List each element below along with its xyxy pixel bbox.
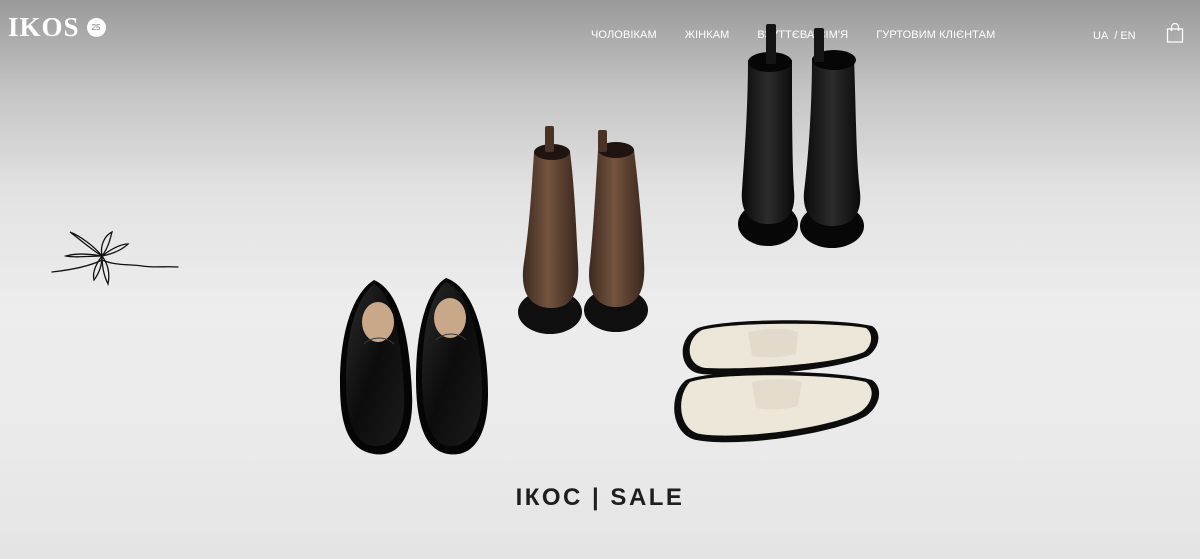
flower-sketch-icon: [51, 230, 179, 286]
anniversary-badge: 25: [86, 17, 106, 37]
logo-link[interactable]: IKOS 25: [8, 12, 106, 42]
site-header: IKOS 25 ЧОЛОВІКАМ ЖІНКАМ ВЗУТТЄВА СІМ'Я …: [0, 0, 1200, 70]
hero-headline: ІКОС | SALE: [515, 484, 685, 511]
lang-separator: /: [1114, 30, 1118, 42]
nav-item-wholesale[interactable]: ГУРТОВИМ КЛІЄНТАМ: [876, 29, 995, 41]
shopping-bag-icon[interactable]: [1166, 23, 1184, 43]
cream-loafers[interactable]: [668, 318, 882, 454]
black-derby-shoes[interactable]: [336, 274, 492, 462]
hero-banner[interactable]: IKOS 25 ЧОЛОВІКАМ ЖІНКАМ ВЗУТТЄВА СІМ'Я …: [0, 0, 1200, 559]
nav-item-men[interactable]: ЧОЛОВІКАМ: [591, 29, 657, 41]
brown-chelsea-boots[interactable]: [512, 122, 652, 340]
lang-en[interactable]: EN: [1120, 30, 1135, 42]
lang-ua[interactable]: UA: [1093, 30, 1108, 42]
logo-text: IKOS: [8, 12, 80, 42]
language-switcher: UA / EN: [1093, 30, 1136, 42]
nav-item-women[interactable]: ЖІНКАМ: [685, 29, 730, 41]
black-chelsea-boots[interactable]: [736, 20, 866, 252]
